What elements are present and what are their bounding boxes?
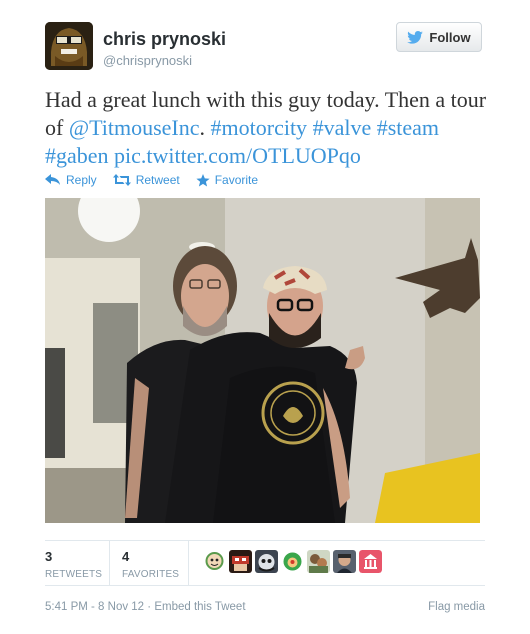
favorite-button[interactable]: Favorite — [196, 171, 258, 189]
flag-media-link[interactable]: Flag media — [428, 601, 485, 613]
hashtag-link[interactable]: #valve — [313, 115, 372, 140]
photo-image — [45, 198, 480, 523]
favoriter-avatars — [203, 550, 382, 573]
tweet-actions: Reply Retweet Favorite — [45, 171, 258, 189]
embed-tweet-link[interactable]: Embed this Tweet — [154, 601, 245, 613]
star-icon — [196, 173, 210, 186]
favoriter-avatar[interactable] — [203, 550, 226, 573]
reply-icon — [45, 174, 60, 185]
favoriter-avatar[interactable] — [333, 550, 356, 573]
tweet-header: chris prynoski @chrisprynoski Follow — [45, 22, 485, 72]
tweet-footer: 5:41 PM - 8 Nov 12 · Embed this Tweet Fl… — [45, 601, 485, 613]
favoriter-avatar[interactable] — [359, 550, 382, 573]
retweets-label: RETWEETS — [45, 569, 103, 580]
follow-button[interactable]: Follow — [396, 22, 482, 52]
author-avatar[interactable] — [45, 22, 93, 70]
stats-divider — [188, 541, 189, 585]
hashtag-link[interactable]: #steam — [377, 115, 439, 140]
retweets-count: 3 — [45, 549, 53, 564]
follow-label: Follow — [429, 29, 471, 45]
retweets-stat[interactable]: 3 RETWEETS — [45, 549, 102, 580]
favoriter-avatar[interactable] — [229, 550, 252, 573]
favorite-label: Favorite — [214, 173, 259, 187]
retweet-icon — [112, 174, 131, 186]
favorites-count: 4 — [122, 549, 130, 564]
mention-link[interactable]: @TitmouseInc — [69, 115, 200, 140]
tweet-text: Had a great lunch with this guy today. T… — [45, 86, 490, 170]
reply-label: Reply — [66, 173, 97, 187]
favoriter-avatar[interactable] — [307, 550, 330, 573]
tweet-timestamp[interactable]: 5:41 PM - 8 Nov 12 — [45, 601, 144, 613]
hashtag-link[interactable]: #gaben — [45, 143, 109, 168]
tweet-photo[interactable] — [45, 198, 480, 523]
favoriter-avatar[interactable] — [281, 550, 304, 573]
author-handle[interactable]: @chrisprynoski — [103, 53, 192, 68]
favoriter-avatar[interactable] — [255, 550, 278, 573]
reply-button[interactable]: Reply — [45, 171, 97, 189]
pic-link[interactable]: pic.twitter.com/OTLUOPqo — [114, 143, 361, 168]
twitter-bird-icon — [407, 30, 424, 44]
tweet-text-part-2: . — [199, 115, 211, 140]
author-name[interactable]: chris prynoski — [103, 29, 226, 50]
avatar-image — [45, 22, 93, 70]
hashtag-link[interactable]: #motorcity — [211, 115, 308, 140]
favorites-stat[interactable]: 4 FAVORITES — [122, 549, 179, 580]
retweet-label: Retweet — [135, 173, 180, 187]
favorites-label: FAVORITES — [122, 569, 180, 580]
retweet-button[interactable]: Retweet — [112, 171, 180, 189]
stats-divider — [109, 541, 110, 585]
tweet-stats: 3 RETWEETS 4 FAVORITES — [45, 540, 485, 586]
